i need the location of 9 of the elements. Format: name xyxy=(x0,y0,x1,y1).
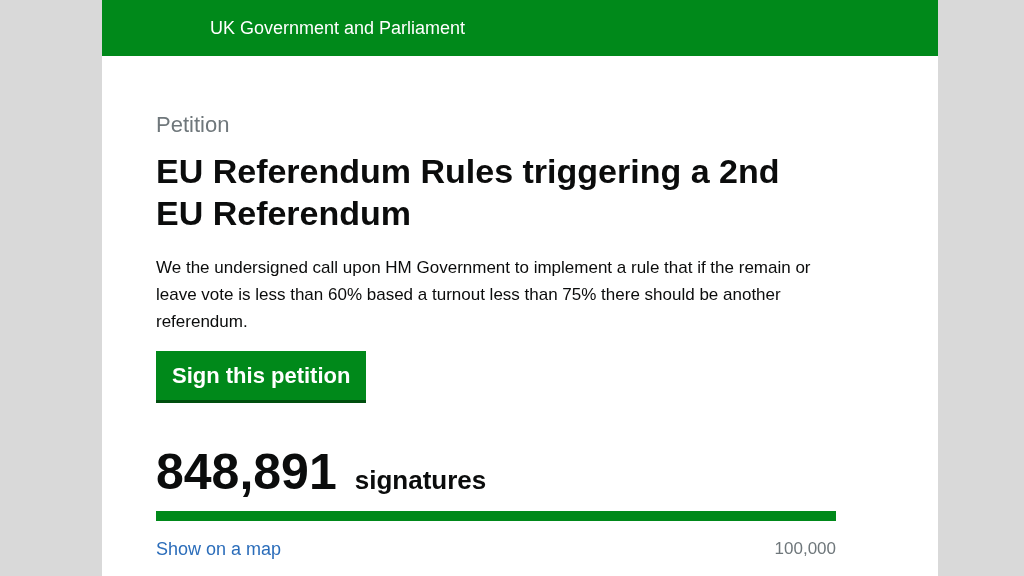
map-link[interactable]: Show on a map xyxy=(156,539,282,560)
signatures-label: signatures xyxy=(354,465,487,496)
header-title[interactable]: UK Government and Parliament xyxy=(210,17,466,39)
petition-title: EU Referendum Rules triggering a 2nd EU Referendum xyxy=(156,151,781,234)
petition-text: We the undersigned call upon HM Government to implement a rule that if the remain or leave vote is less than 60% based a turnout less than 75% there should be another referendum. xyxy=(156,257,812,333)
signature-count: 848,891 xyxy=(156,443,337,501)
petition-label: Petition xyxy=(156,112,231,138)
target-count: 100,000 xyxy=(774,539,836,560)
sign-button[interactable]: Sign this petition xyxy=(156,351,367,403)
